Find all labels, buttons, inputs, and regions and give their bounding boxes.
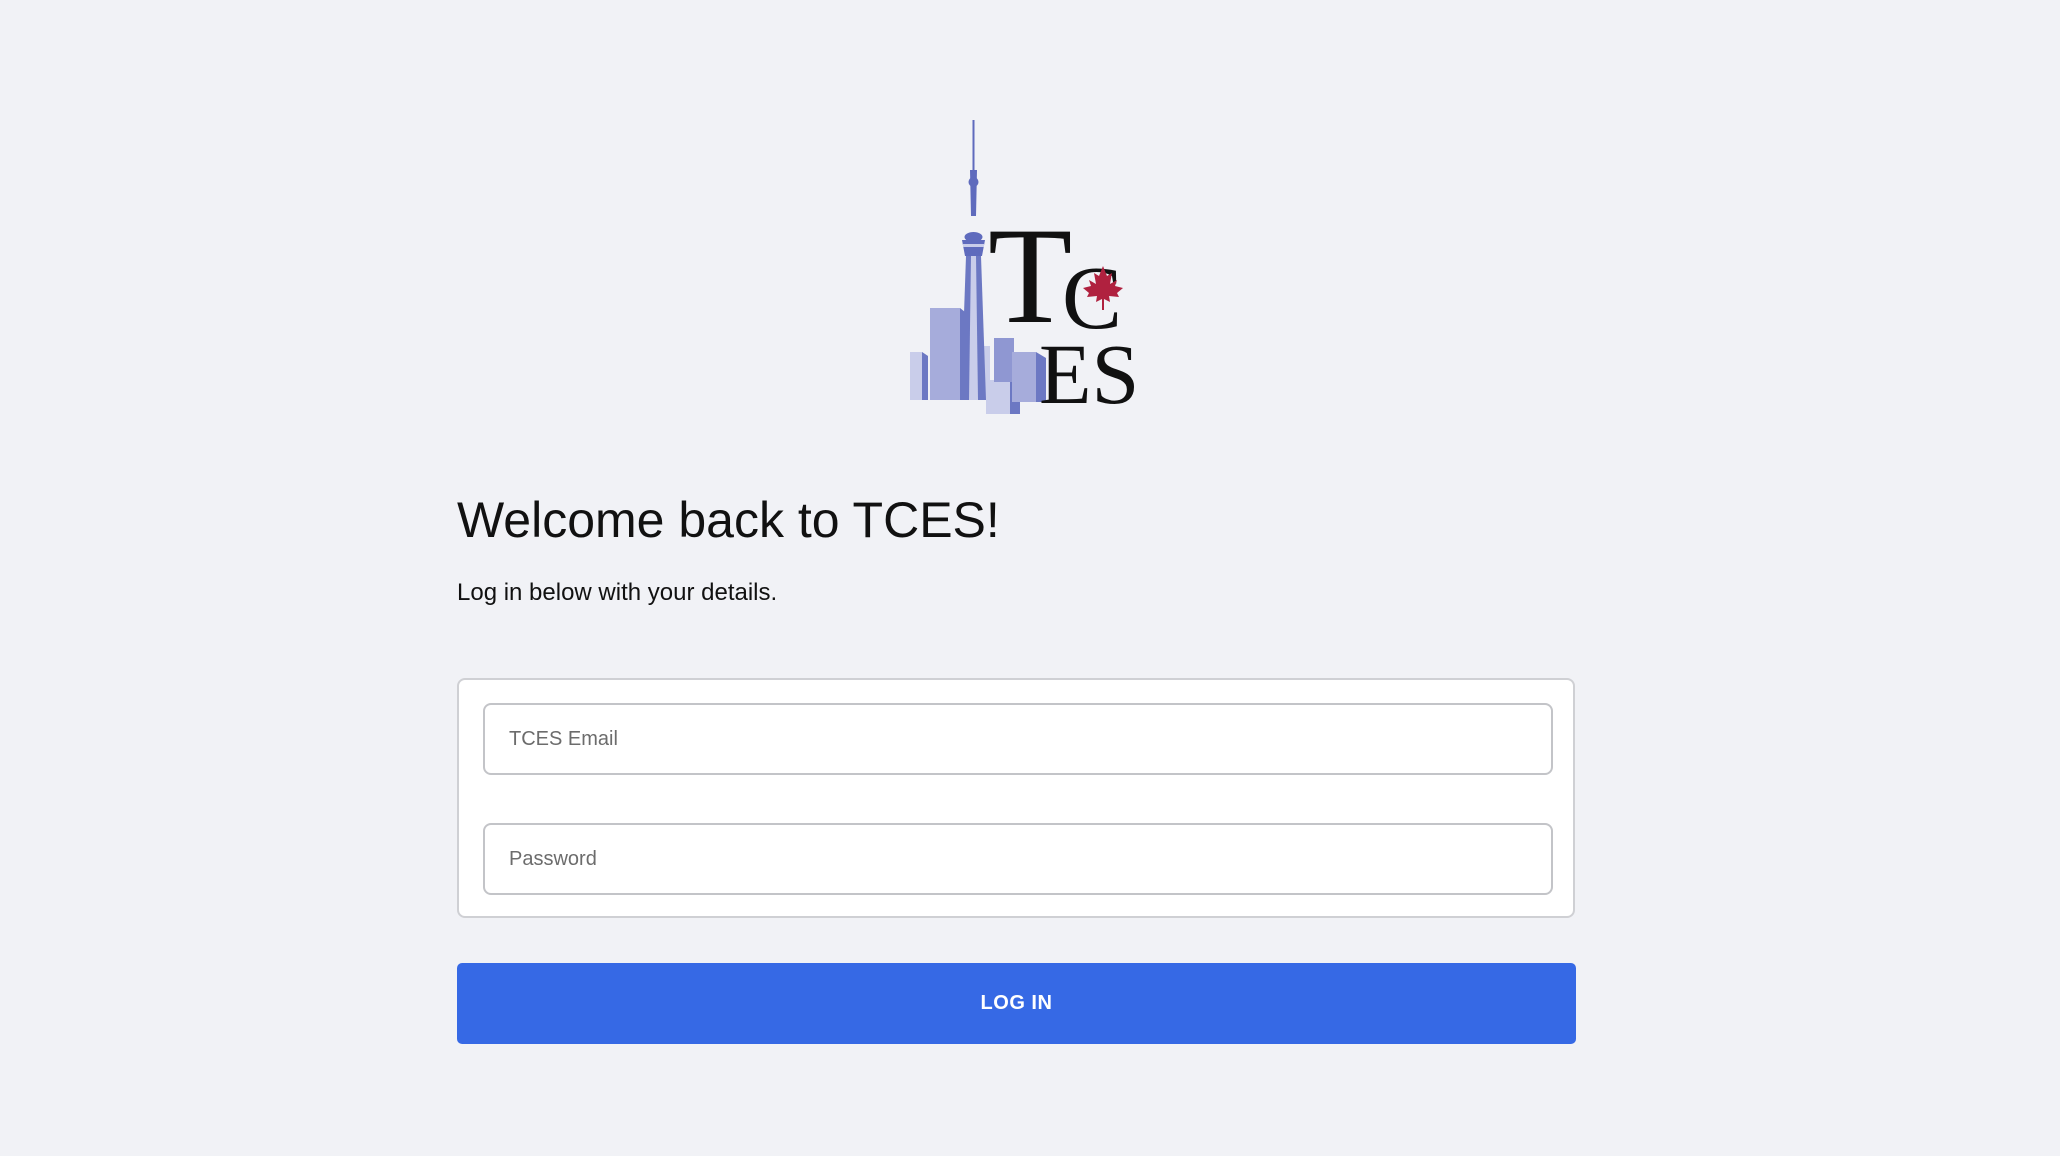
email-input[interactable] xyxy=(483,703,1553,775)
page-subtitle: Log in below with your details. xyxy=(457,579,778,606)
login-button[interactable]: LOG IN xyxy=(457,963,1576,1044)
cn-tower-icon xyxy=(961,120,986,400)
login-form-card xyxy=(457,678,1575,918)
password-input[interactable] xyxy=(483,823,1553,895)
tces-logo: T C ES xyxy=(908,116,1138,422)
svg-text:ES: ES xyxy=(1039,326,1138,422)
page-title: Welcome back to TCES! xyxy=(457,492,1000,548)
